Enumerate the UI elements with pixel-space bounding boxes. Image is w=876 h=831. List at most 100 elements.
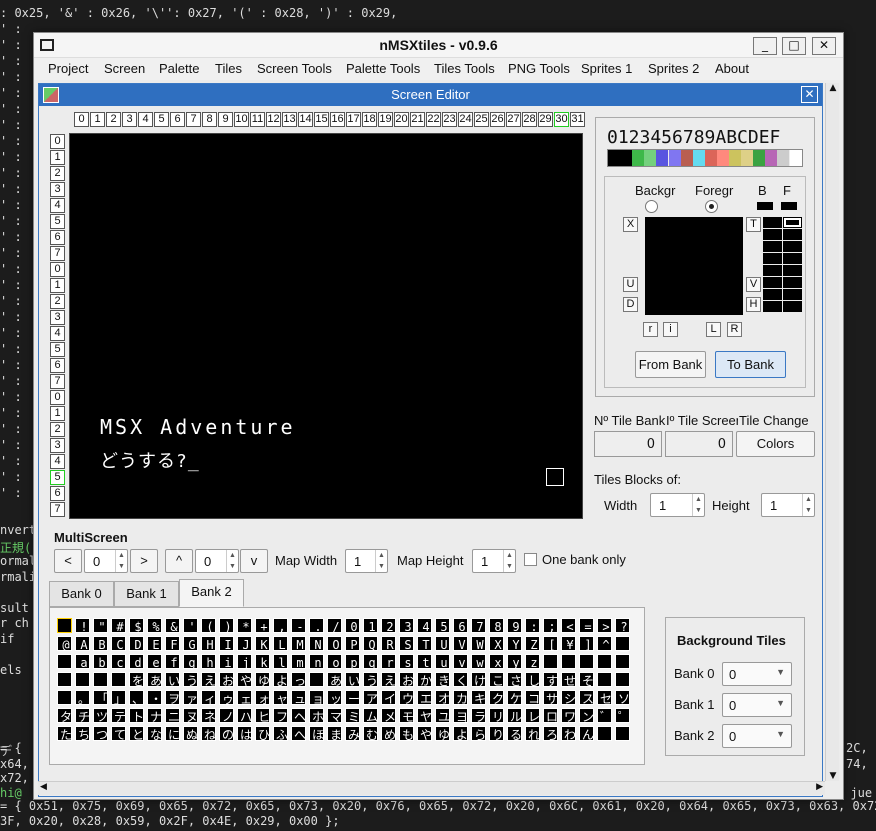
col-header[interactable]: 23 [442,112,457,127]
bank-tile[interactable] [201,726,216,741]
tab-bank-1[interactable]: Bank 1 [114,581,179,607]
bank-tile[interactable] [381,708,396,723]
bank-tile[interactable] [435,672,450,687]
bank-tile[interactable] [129,690,144,705]
bank-tile[interactable] [183,726,198,741]
bank-tile[interactable] [453,672,468,687]
minimize-button[interactable]: _ [753,37,777,55]
palette-swatch[interactable] [692,150,705,166]
bg-bank-1-select[interactable]: 0 ▼ [722,693,792,717]
line-color-cell[interactable] [763,277,782,288]
bank-tile[interactable] [273,672,288,687]
menu-screen[interactable]: Screen [104,61,145,76]
bank-tile[interactable] [399,672,414,687]
bank-tile[interactable] [453,708,468,723]
palette-swatch[interactable] [753,150,766,166]
bank-tile[interactable] [327,618,342,633]
line-color-cell[interactable] [783,301,802,312]
line-color-cell[interactable] [783,241,802,252]
next-screen-button[interactable]: > [130,549,158,573]
bank-tile[interactable] [561,708,576,723]
bank-tile[interactable] [237,708,252,723]
palette-swatch[interactable] [620,150,633,166]
bank-tile[interactable] [111,726,126,741]
bank-tile[interactable] [435,618,450,633]
bank-tile[interactable] [327,672,342,687]
bank-tile[interactable] [597,636,612,651]
foregr-radio[interactable] [705,200,718,213]
bank-tile[interactable] [543,636,558,651]
palette-swatch[interactable] [632,150,645,166]
bank-tile[interactable] [309,726,324,741]
bank-tile[interactable] [453,690,468,705]
bank-tile[interactable] [309,618,324,633]
bank-tile[interactable] [561,690,576,705]
row-header[interactable]: 2 [50,294,65,309]
t-button[interactable]: T [746,217,761,232]
bank-tile[interactable] [363,618,378,633]
bank-tile[interactable] [219,618,234,633]
bank-tile[interactable] [597,618,612,633]
bank-tile[interactable] [291,618,306,633]
bank-tile[interactable] [471,636,486,651]
bank-tile[interactable] [597,708,612,723]
bank-tile[interactable] [57,708,72,723]
bank-tile[interactable] [291,726,306,741]
bank-tile[interactable] [507,708,522,723]
row-header[interactable]: 0 [50,390,65,405]
bank-tile[interactable] [75,618,90,633]
col-header[interactable]: 14 [298,112,313,127]
row-header[interactable]: 7 [50,246,65,261]
bank-tile[interactable] [201,708,216,723]
row-header[interactable]: 2 [50,166,65,181]
bank-tile[interactable] [291,636,306,651]
bank-tile[interactable] [219,726,234,741]
bank-tile[interactable] [345,636,360,651]
col-header[interactable]: 17 [346,112,361,127]
row-header[interactable]: 6 [50,230,65,245]
up-screen-button[interactable]: ^ [165,549,193,573]
bg-bank-2-select[interactable]: 0 ▼ [722,724,792,748]
bank-tile[interactable] [543,672,558,687]
row-header[interactable]: 5 [50,214,65,229]
bank-tile[interactable] [129,708,144,723]
bank-tile[interactable] [525,618,540,633]
horizontal-scrollbar[interactable]: ◀ ▶ [38,781,825,795]
bank-tile[interactable] [309,690,324,705]
bank-tile[interactable] [435,708,450,723]
row-header[interactable]: 6 [50,358,65,373]
bank-tile[interactable] [219,654,234,669]
bank-tile[interactable] [147,726,162,741]
row-header[interactable]: 5 [50,342,65,357]
row-header[interactable]: 3 [50,438,65,453]
bank-tile[interactable] [327,636,342,651]
bank-tile[interactable] [615,654,630,669]
bank-tile[interactable] [579,618,594,633]
bank-tile[interactable] [93,654,108,669]
title-bar[interactable]: nMSXtiles - v0.9.6 _ □ ✕ [34,33,843,58]
col-header[interactable]: 9 [218,112,233,127]
bank-tile[interactable] [579,636,594,651]
bank-tile[interactable] [183,672,198,687]
col-header[interactable]: 0 [74,112,89,127]
bank-tile[interactable] [435,654,450,669]
bank-tile[interactable] [399,726,414,741]
bank-tile[interactable] [165,708,180,723]
bank-tile[interactable] [57,636,72,651]
bank-tile[interactable] [525,690,540,705]
tab-bank-2[interactable]: Bank 2 [179,579,244,607]
row-header[interactable]: 6 [50,486,65,501]
bank-tile[interactable] [291,654,306,669]
bank-tile[interactable] [75,636,90,651]
col-header[interactable]: 6 [170,112,185,127]
bank-tile[interactable] [561,636,576,651]
bank-tile[interactable] [381,672,396,687]
line-color-cell[interactable] [763,265,782,276]
bank-tile[interactable] [291,708,306,723]
bank-tile[interactable] [309,672,324,687]
bank-tile[interactable] [489,726,504,741]
bank-tile[interactable] [597,672,612,687]
bank-tile[interactable] [561,672,576,687]
line-color-cell[interactable] [763,253,782,264]
bank-tile[interactable] [147,618,162,633]
